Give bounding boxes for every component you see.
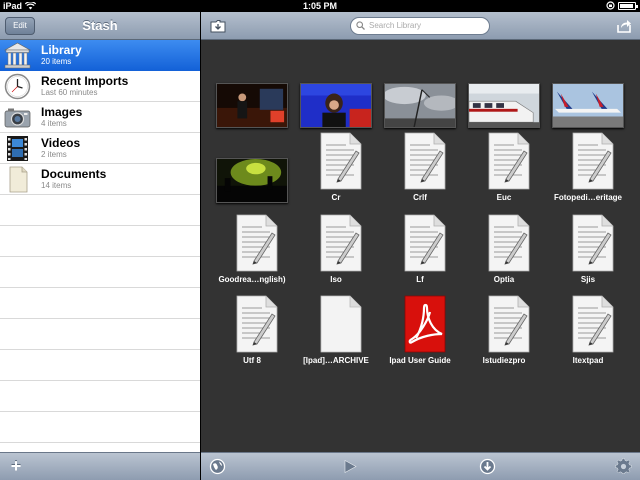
sidebar-item-count: 4 items (41, 119, 67, 128)
sidebar-item-count: 14 items (41, 181, 72, 190)
search-field[interactable]: Search Library (350, 17, 490, 35)
clock-icon (4, 73, 31, 100)
sidebar-item-label: Videos (41, 136, 81, 150)
document-icon (9, 166, 28, 193)
sidebar-item-count: Last 60 minutes (41, 88, 98, 97)
text-document-icon (488, 132, 530, 190)
file-tile[interactable]: Sjis (546, 213, 630, 293)
file-tile[interactable]: Euc (462, 131, 546, 211)
sidebar: Edit Stash Library 20 items Recent Impor… (0, 12, 200, 480)
file-tile[interactable]: Crlf (378, 131, 462, 211)
download-icon[interactable] (479, 458, 496, 475)
battery-icon (618, 1, 638, 10)
file-tile[interactable]: Fotopedi…eritage (546, 131, 630, 211)
sidebar-item-documents[interactable]: Documents 14 items (0, 164, 200, 195)
file-tile[interactable]: Istudiezpro (462, 294, 546, 374)
sidebar-item-library[interactable]: Library 20 items (0, 40, 200, 71)
photo-thumbnail (384, 83, 456, 128)
file-tile[interactable] (546, 56, 630, 136)
file-tile[interactable]: Optia (462, 213, 546, 293)
sidebar-item-label: Library (41, 43, 82, 57)
sidebar-item-images[interactable]: Images 4 items (0, 102, 200, 133)
file-tile[interactable] (462, 56, 546, 136)
rotation-lock-icon (606, 1, 615, 10)
file-tile[interactable]: [Ipad]…ARCHIVE (294, 294, 378, 374)
sidebar-item-label: Documents (41, 167, 107, 181)
add-button[interactable]: + (8, 457, 24, 475)
text-document-icon (236, 214, 278, 272)
text-document-icon (488, 214, 530, 272)
sidebar-item-label: Images (41, 105, 83, 119)
text-document-icon (488, 295, 530, 353)
video-thumbnail (216, 158, 288, 203)
text-document-icon (320, 132, 362, 190)
sidebar-item-videos[interactable]: Videos 2 items (0, 133, 200, 164)
globe-icon[interactable] (209, 458, 226, 475)
content-bottom-toolbar (201, 452, 640, 480)
library-icon (3, 42, 32, 69)
file-tile[interactable]: Itextpad (546, 294, 630, 374)
text-document-icon (572, 132, 614, 190)
film-icon (7, 136, 28, 161)
search-icon (356, 21, 365, 30)
status-bar: iPad 1:05 PM (0, 0, 640, 12)
file-name: Sjis (580, 275, 596, 284)
file-tile[interactable] (378, 56, 462, 136)
file-tile[interactable]: Lf (378, 213, 462, 293)
sidebar-nav-bar: Edit Stash (0, 12, 200, 40)
file-name: Itextpad (572, 356, 604, 365)
sidebar-title: Stash (82, 18, 118, 33)
blank-document-icon (320, 295, 362, 353)
sidebar-item-count: 2 items (41, 150, 67, 159)
text-document-icon (572, 214, 614, 272)
file-tile[interactable] (210, 56, 294, 136)
share-icon[interactable] (615, 17, 633, 35)
text-document-icon (320, 214, 362, 272)
sidebar-toolbar: + (0, 452, 200, 480)
library-content: Search Library Cr Crlf Euc Fotopedi…erit… (201, 12, 640, 480)
pdf-document-icon (404, 295, 446, 353)
play-icon[interactable] (342, 458, 359, 475)
photo-thumbnail (300, 83, 372, 128)
file-tile[interactable] (210, 131, 294, 211)
file-tile[interactable]: Iso (294, 213, 378, 293)
file-tile[interactable] (294, 56, 378, 136)
text-document-icon (236, 295, 278, 353)
text-document-icon (572, 295, 614, 353)
folder-icon[interactable] (209, 17, 227, 35)
file-tile[interactable]: Ipad User Guide (378, 294, 462, 374)
photo-thumbnail (552, 83, 624, 128)
search-placeholder: Search Library (369, 21, 422, 30)
content-toolbar: Search Library (201, 12, 640, 40)
file-tile[interactable]: Utf 8 (210, 294, 294, 374)
file-name: Fotopedi…eritage (553, 193, 622, 202)
collection-list: Library 20 items Recent Imports Last 60 … (0, 40, 200, 452)
text-document-icon (404, 132, 446, 190)
file-tile[interactable]: Cr (294, 131, 378, 211)
gear-icon[interactable] (615, 458, 632, 475)
camera-icon (4, 108, 31, 128)
photo-thumbnail (216, 83, 288, 128)
sidebar-item-label: Recent Imports (41, 74, 129, 88)
text-document-icon (404, 214, 446, 272)
file-tile[interactable]: Goodrea…nglish) (210, 213, 294, 293)
sidebar-item-count: 20 items (41, 57, 72, 66)
sidebar-item-recent-imports[interactable]: Recent Imports Last 60 minutes (0, 71, 200, 102)
photo-thumbnail (468, 83, 540, 128)
file-grid: Cr Crlf Euc Fotopedi…eritage Goodrea…ngl… (201, 40, 640, 452)
status-time: 1:05 PM (302, 1, 337, 11)
